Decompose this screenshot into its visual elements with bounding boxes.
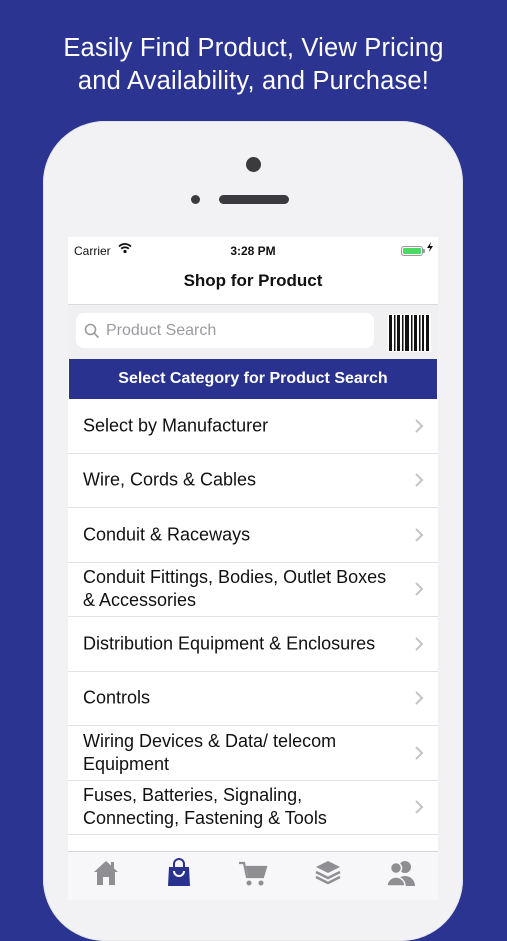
list-item-label: Controls <box>83 687 151 708</box>
tab-bar <box>68 851 438 900</box>
chevron-right-icon <box>415 582 424 596</box>
page-title: Shop for Product <box>183 271 323 290</box>
status-bar: Carrier 3:28 PM <box>68 237 438 265</box>
promo-headline: Easily Find Product, View Pricing and Av… <box>0 32 507 98</box>
list-item-label: Select by Manufacturer <box>83 415 269 436</box>
search-bar: Product Search <box>68 305 438 359</box>
list-item[interactable]: Conduit Fittings, Bodies, Outlet Boxes &… <box>68 563 438 617</box>
list-item-label: Distribution Equipment & Enclosures <box>83 633 376 654</box>
chevron-right-icon <box>415 746 424 760</box>
home-icon <box>94 861 118 885</box>
tab-contacts[interactable] <box>386 858 416 888</box>
promo-line-2: and Availability, and Purchase! <box>77 67 430 95</box>
chevron-right-icon <box>415 691 424 705</box>
cart-icon <box>239 861 268 886</box>
tab-shop[interactable] <box>164 858 194 888</box>
chevron-right-icon <box>415 419 424 433</box>
search-input[interactable]: Product Search <box>76 313 374 348</box>
charging-bolt-icon <box>427 242 433 255</box>
list-item-label: Conduit & Raceways <box>83 524 251 545</box>
camera-dot <box>246 157 261 172</box>
battery-icon <box>401 246 425 256</box>
list-item-label: Conduit Fittings, Bodies, Outlet Boxes &… <box>83 567 387 611</box>
tab-layers[interactable] <box>313 858 343 888</box>
sensor-dot <box>191 195 200 204</box>
list-item[interactable]: Wire, Cords & Cables <box>68 454 438 508</box>
list-item-label: Fuses, Batteries, Signaling, Connecting,… <box>83 785 327 829</box>
app-screen: Carrier 3:28 PM Shop for Product Product… <box>68 237 438 900</box>
list-item[interactable]: Select by Manufacturer <box>68 399 438 454</box>
list-item[interactable]: Fuses, Batteries, Signaling, Connecting,… <box>68 781 438 835</box>
earpiece-speaker <box>219 195 289 204</box>
chevron-right-icon <box>415 528 424 542</box>
tab-home[interactable] <box>91 858 121 888</box>
chevron-right-icon <box>415 637 424 651</box>
list-item[interactable]: Wiring Devices & Data/ telecom Equipment <box>68 726 438 781</box>
category-list: Select by Manufacturer Wire, Cords & Cab… <box>68 399 438 835</box>
list-item[interactable]: Conduit & Raceways <box>68 508 438 563</box>
barcode-scan-button[interactable] <box>388 314 431 352</box>
list-item[interactable]: Distribution Equipment & Enclosures <box>68 617 438 672</box>
search-placeholder: Product Search <box>106 321 217 339</box>
layers-icon <box>315 861 341 885</box>
status-time: 3:28 PM <box>230 244 276 258</box>
search-icon <box>84 323 100 339</box>
tab-cart[interactable] <box>238 858 268 888</box>
list-item-label: Wire, Cords & Cables <box>83 469 257 490</box>
chevron-right-icon <box>415 800 424 814</box>
promo-line-1: Easily Find Product, View Pricing <box>63 34 444 62</box>
chevron-right-icon <box>415 473 424 487</box>
list-item[interactable]: Controls <box>68 672 438 726</box>
list-item-label: Wiring Devices & Data/ telecom Equipment <box>83 730 337 774</box>
category-header: Select Category for Product Search <box>69 359 437 399</box>
shopping-bag-icon <box>168 858 190 886</box>
contacts-icon <box>386 861 415 887</box>
barcode-icon <box>389 315 429 351</box>
